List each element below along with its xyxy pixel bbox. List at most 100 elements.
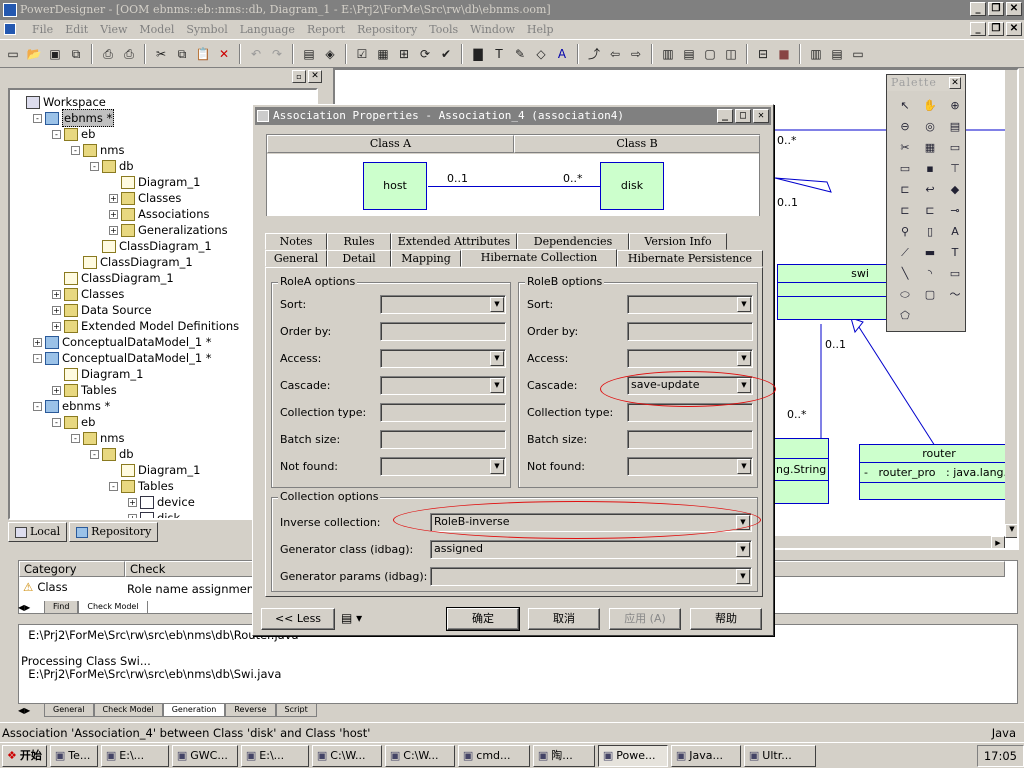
text-icon[interactable]: T <box>490 45 508 63</box>
pointer-icon[interactable]: ↖ <box>895 97 915 115</box>
cancel-button[interactable]: 取消 <box>528 608 600 630</box>
menu-model[interactable]: Model <box>133 20 180 39</box>
taskbar-button[interactable]: ▣ C:\W... <box>311 744 382 767</box>
tree-item[interactable]: Workspace <box>14 94 106 110</box>
tree-item[interactable]: + Classes <box>109 190 181 206</box>
tab-local[interactable]: Local <box>8 522 68 542</box>
browser-icon[interactable]: ▥ <box>659 45 677 63</box>
result-icon[interactable]: ▢ <box>701 45 719 63</box>
back-icon[interactable]: ⇦ <box>606 45 624 63</box>
tab-hibernate-collection[interactable]: Hibernate Collection <box>461 249 617 267</box>
expand-icon[interactable]: + <box>52 305 61 315</box>
layout-3-icon[interactable]: ▭ <box>849 45 867 63</box>
less-button[interactable]: << Less <box>261 608 335 630</box>
roleb-batch-size-field[interactable] <box>627 430 753 449</box>
tree-item[interactable]: Diagram_1 <box>109 174 200 190</box>
ellipse-icon[interactable]: ⬭ <box>895 286 915 304</box>
undo-icon[interactable]: ↶ <box>247 45 265 63</box>
title-icon[interactable]: ▬ <box>920 244 940 262</box>
symbol-icon[interactable]: ▇ <box>469 45 487 63</box>
save-all-icon[interactable]: ⧉ <box>67 45 85 63</box>
tab-find[interactable]: Find <box>44 600 79 614</box>
composition-icon[interactable]: ⊏ <box>895 202 915 220</box>
compare-icon[interactable]: ⊞ <box>395 45 413 63</box>
roleb-access-dropdown[interactable]: ▼ <box>627 349 753 368</box>
tree-item[interactable]: ClassDiagram_1 <box>71 254 193 270</box>
tab-mapping[interactable]: Mapping <box>391 250 461 267</box>
dropdown-arrow-icon[interactable]: ▼ <box>490 378 504 393</box>
collapse-icon[interactable]: - <box>90 161 99 171</box>
taskbar-button[interactable]: ▣ GWC... <box>171 744 238 767</box>
dropdown-arrow-icon[interactable]: ▼ <box>737 297 751 312</box>
scroll-right-arrow[interactable]: ▶ <box>991 536 1005 548</box>
cut-icon[interactable]: ✂ <box>152 45 170 63</box>
aggregation-icon[interactable]: ◆ <box>945 181 965 199</box>
dropdown-arrow-icon[interactable]: ▼ <box>736 569 750 584</box>
tab-generation[interactable]: Generation <box>162 703 226 717</box>
tab-scroll-arrows[interactable]: ◀▶ <box>18 706 44 715</box>
tree-item[interactable]: ClassDiagram_1 <box>90 238 212 254</box>
browser-restore-button[interactable]: ▫ <box>292 70 306 83</box>
validate-icon[interactable]: ✔ <box>437 45 455 63</box>
collapse-icon[interactable]: - <box>52 129 61 139</box>
tab-extended-attributes[interactable]: Extended Attributes <box>391 233 517 250</box>
doc-restore-button[interactable]: ❐ <box>988 22 1004 36</box>
tab-check-model[interactable]: Check Model <box>78 600 148 614</box>
generator-class-dropdown[interactable]: assigned ▼ <box>430 540 752 559</box>
expand-icon[interactable]: + <box>128 497 137 507</box>
dialog-close-button[interactable]: ✕ <box>753 109 769 123</box>
taskbar-button[interactable]: ▣ Powe... <box>597 744 668 767</box>
realization-icon[interactable]: ⊏ <box>920 202 940 220</box>
tree-item[interactable]: + Classes <box>52 286 124 302</box>
tree-item[interactable]: - eb <box>52 126 95 142</box>
taskbar-button[interactable]: ▣ Te... <box>49 744 98 767</box>
tab-hibernate-persistence[interactable]: Hibernate Persistence <box>617 250 763 267</box>
dependency-icon[interactable]: ⚲ <box>895 223 915 241</box>
menu-file[interactable]: File <box>26 20 59 39</box>
file-icon[interactable]: ▯ <box>920 223 940 241</box>
tab-version-info[interactable]: Version Info <box>629 233 727 250</box>
expand-icon[interactable]: + <box>128 513 137 518</box>
tab-general[interactable]: General <box>265 250 327 267</box>
grabber-icon[interactable]: ✋ <box>920 97 940 115</box>
menu-repository[interactable]: Repository <box>351 20 423 39</box>
note-icon[interactable]: A <box>945 223 965 241</box>
package-icon[interactable]: ▦ <box>920 139 940 157</box>
browser-close-button[interactable]: ✕ <box>308 70 322 83</box>
tree-item[interactable]: + Associations <box>109 206 209 222</box>
dropdown-arrow-icon[interactable]: ▼ <box>490 459 504 474</box>
menu-language[interactable]: Language <box>234 20 301 39</box>
polygon-icon[interactable]: ⬠ <box>895 307 915 325</box>
tab-dependencies[interactable]: Dependencies <box>517 233 629 250</box>
dialog-maximize-button[interactable]: □ <box>735 109 751 123</box>
rolea-order-by-field[interactable] <box>380 322 506 341</box>
print-preview-icon[interactable]: ⎙ <box>99 45 117 63</box>
expand-icon[interactable]: + <box>52 289 61 299</box>
arc-icon[interactable]: ◝ <box>920 265 940 283</box>
save-icon[interactable]: ▣ <box>46 45 64 63</box>
minimize-button[interactable]: _ <box>970 2 986 16</box>
dropdown-arrow-icon[interactable]: ▼ <box>737 459 751 474</box>
tab-detail[interactable]: Detail <box>327 250 391 267</box>
layout-2-icon[interactable]: ▤ <box>828 45 846 63</box>
taskbar-button[interactable]: ▣ 陶... <box>532 744 595 767</box>
zoom-out-icon[interactable]: ⊖ <box>895 118 915 136</box>
tree-item[interactable]: - db <box>90 446 134 462</box>
class-partial[interactable]: ng.String <box>773 438 829 504</box>
generate-icon[interactable]: ▦ <box>374 45 392 63</box>
rolea-not-found-dropdown[interactable]: ▼ <box>380 457 506 476</box>
open-icon[interactable]: 📂 <box>25 45 43 63</box>
menu-symbol[interactable]: Symbol <box>180 20 233 39</box>
tree-item[interactable]: - eb <box>52 414 95 430</box>
model-icon[interactable]: ◈ <box>321 45 339 63</box>
open-diagram-icon[interactable]: ◎ <box>920 118 940 136</box>
tree-item[interactable]: - ConceptualDataModel_1 * <box>33 350 212 366</box>
collapse-icon[interactable]: - <box>71 433 80 443</box>
preview-class-host[interactable]: host <box>363 162 427 210</box>
properties-icon[interactable]: ▤ <box>300 45 318 63</box>
taskbar-button[interactable]: ▣ cmd... <box>457 744 530 767</box>
restore-button[interactable]: ❐ <box>988 2 1004 16</box>
text-icon[interactable]: T <box>945 244 965 262</box>
font-icon[interactable]: A <box>553 45 571 63</box>
class-icon[interactable]: ▭ <box>945 139 965 157</box>
